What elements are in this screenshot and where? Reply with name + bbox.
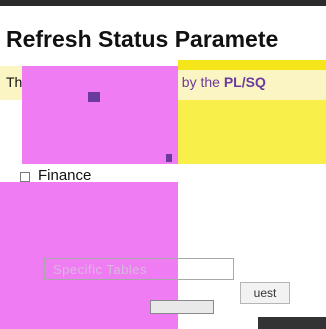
description-prefix: Th bbox=[6, 74, 23, 90]
dark-footer-bar bbox=[258, 317, 326, 329]
yellow-overlay-top bbox=[178, 60, 326, 70]
overlay-artifact bbox=[88, 92, 100, 102]
magenta-overlay-top bbox=[22, 66, 178, 164]
description-brand: PL/SQ bbox=[223, 74, 266, 90]
top-rule bbox=[0, 0, 326, 6]
request-button[interactable]: uest bbox=[240, 282, 290, 304]
secondary-button[interactable] bbox=[150, 300, 214, 314]
overlay-artifact bbox=[166, 154, 172, 162]
finance-checkbox[interactable] bbox=[20, 172, 30, 182]
specific-tables-input[interactable] bbox=[44, 258, 234, 280]
yellow-overlay-right bbox=[178, 100, 326, 164]
page-title: Refresh Status Paramete bbox=[6, 26, 279, 52]
